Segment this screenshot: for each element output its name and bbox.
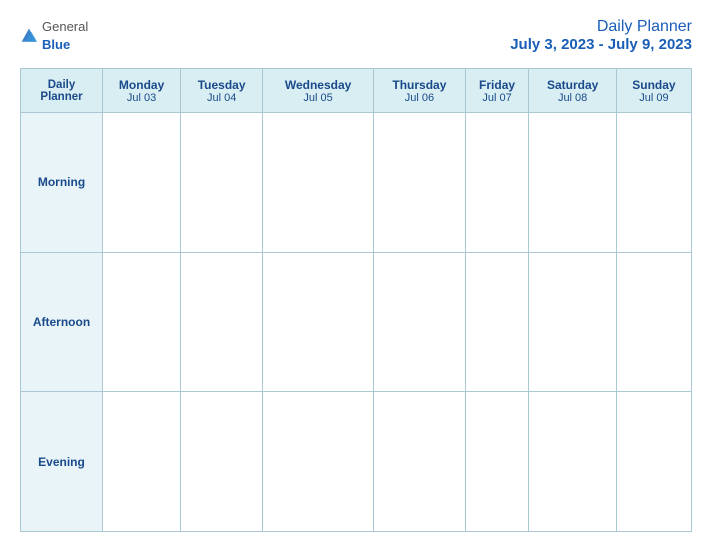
- row-label-morning: Morning: [21, 113, 103, 253]
- cell-morning-monday[interactable]: [103, 113, 181, 253]
- row-label-afternoon: Afternoon: [21, 252, 103, 392]
- top-header: General Blue Daily Planner July 3, 2023 …: [20, 18, 692, 54]
- planner-title: Daily Planner: [510, 18, 692, 36]
- logo-general: General: [42, 19, 88, 34]
- cell-evening-sunday[interactable]: [616, 392, 691, 532]
- generalblue-logo-icon: [20, 27, 38, 45]
- cell-afternoon-thursday[interactable]: [374, 252, 466, 392]
- table-row-afternoon: Afternoon: [21, 252, 692, 392]
- cell-evening-wednesday[interactable]: [263, 392, 374, 532]
- cell-morning-tuesday[interactable]: [181, 113, 263, 253]
- title-area: Daily Planner July 3, 2023 - July 9, 202…: [510, 18, 692, 53]
- col-header-monday: Monday Jul 03: [103, 69, 181, 113]
- cell-evening-saturday[interactable]: [529, 392, 617, 532]
- cell-evening-friday[interactable]: [465, 392, 529, 532]
- cell-afternoon-friday[interactable]: [465, 252, 529, 392]
- table-corner-header: Daily Planner: [21, 69, 103, 113]
- cell-morning-wednesday[interactable]: [263, 113, 374, 253]
- cell-afternoon-monday[interactable]: [103, 252, 181, 392]
- cell-afternoon-wednesday[interactable]: [263, 252, 374, 392]
- cell-afternoon-sunday[interactable]: [616, 252, 691, 392]
- table-header-row: Daily Planner Monday Jul 03 Tuesday Jul …: [21, 69, 692, 113]
- col-header-saturday: Saturday Jul 08: [529, 69, 617, 113]
- col-header-tuesday: Tuesday Jul 04: [181, 69, 263, 113]
- table-row-morning: Morning: [21, 113, 692, 253]
- logo-blue: Blue: [42, 37, 70, 52]
- col-header-friday: Friday Jul 07: [465, 69, 529, 113]
- cell-morning-saturday[interactable]: [529, 113, 617, 253]
- cell-morning-thursday[interactable]: [374, 113, 466, 253]
- logo-text: General Blue: [42, 18, 88, 54]
- cell-evening-tuesday[interactable]: [181, 392, 263, 532]
- col-header-sunday: Sunday Jul 09: [616, 69, 691, 113]
- cell-morning-sunday[interactable]: [616, 113, 691, 253]
- row-label-evening: Evening: [21, 392, 103, 532]
- cell-evening-thursday[interactable]: [374, 392, 466, 532]
- logo-area: General Blue: [20, 18, 88, 54]
- cell-evening-monday[interactable]: [103, 392, 181, 532]
- cell-afternoon-tuesday[interactable]: [181, 252, 263, 392]
- cell-morning-friday[interactable]: [465, 113, 529, 253]
- planner-table: Daily Planner Monday Jul 03 Tuesday Jul …: [20, 68, 692, 532]
- table-row-evening: Evening: [21, 392, 692, 532]
- cell-afternoon-saturday[interactable]: [529, 252, 617, 392]
- col-header-thursday: Thursday Jul 06: [374, 69, 466, 113]
- planner-date-range: July 3, 2023 - July 9, 2023: [510, 36, 692, 53]
- col-header-wednesday: Wednesday Jul 05: [263, 69, 374, 113]
